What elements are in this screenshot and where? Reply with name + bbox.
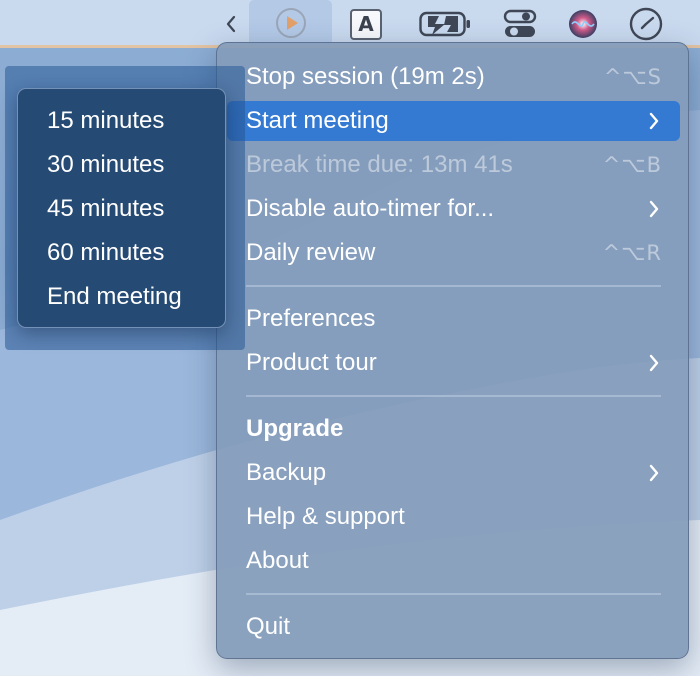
submenu-item-15-minutes[interactable]: 15 minutes bbox=[18, 101, 225, 141]
menu-item-label: Start meeting bbox=[246, 107, 389, 134]
menu-item-backup[interactable]: Backup bbox=[227, 453, 680, 493]
submenu-item-45-minutes[interactable]: 45 minutes bbox=[18, 189, 225, 229]
keyboard-shortcut: ^⌥R bbox=[602, 241, 662, 265]
clock-icon[interactable] bbox=[624, 0, 668, 48]
keyboard-shortcut: ^⌥B bbox=[602, 153, 662, 177]
menu-bar: A bbox=[0, 0, 700, 48]
menu-item-label: Break time due: 13m 41s bbox=[246, 151, 513, 178]
chevron-right-icon bbox=[649, 112, 659, 130]
menu-separator bbox=[246, 593, 661, 595]
battery-charging-icon[interactable] bbox=[417, 0, 473, 48]
menu-item-about[interactable]: About bbox=[227, 541, 680, 581]
menu-separator bbox=[246, 285, 661, 287]
menu-item-label: Help & support bbox=[246, 503, 405, 530]
menu-item-label: About bbox=[246, 547, 309, 574]
menu-item-stop-session[interactable]: Stop session (19m 2s) ^⌥S bbox=[227, 57, 680, 97]
submenu-item-label: 45 minutes bbox=[47, 195, 165, 222]
submenu-item-60-minutes[interactable]: 60 minutes bbox=[18, 233, 225, 273]
chevron-right-icon bbox=[649, 354, 659, 372]
chevron-right-icon bbox=[649, 200, 659, 218]
app-play-icon[interactable] bbox=[249, 0, 332, 46]
menu-item-disable-auto-timer[interactable]: Disable auto-timer for... bbox=[227, 189, 680, 229]
menu-item-label: Backup bbox=[246, 459, 327, 486]
keyboard-input-icon[interactable]: A bbox=[346, 0, 386, 48]
chevron-left-icon[interactable] bbox=[218, 0, 244, 48]
submenu-item-label: 60 minutes bbox=[47, 239, 165, 266]
menu-separator bbox=[246, 395, 661, 397]
start-meeting-submenu: 15 minutes 30 minutes 45 minutes 60 minu… bbox=[17, 88, 226, 328]
submenu-item-label: 15 minutes bbox=[47, 107, 165, 134]
chevron-right-icon bbox=[649, 464, 659, 482]
menu-item-quit[interactable]: Quit bbox=[227, 607, 680, 647]
menu-item-label: Disable auto-timer for... bbox=[246, 195, 495, 222]
dropdown-menu: Stop session (19m 2s) ^⌥S Start meeting … bbox=[216, 42, 689, 659]
menu-item-break-time: Break time due: 13m 41s ^⌥B bbox=[227, 145, 680, 185]
keyboard-letter: A bbox=[350, 8, 382, 40]
menu-item-label: Preferences bbox=[246, 305, 376, 332]
menu-item-daily-review[interactable]: Daily review ^⌥R bbox=[227, 233, 680, 273]
menu-item-label: Stop session (19m 2s) bbox=[246, 63, 485, 90]
submenu-item-end-meeting[interactable]: End meeting bbox=[18, 277, 225, 317]
menu-item-label: Quit bbox=[246, 613, 291, 640]
siri-icon[interactable] bbox=[562, 0, 604, 48]
menu-item-label: Product tour bbox=[246, 349, 377, 376]
submenu-item-30-minutes[interactable]: 30 minutes bbox=[18, 145, 225, 185]
menu-item-label: Daily review bbox=[246, 239, 376, 266]
menu-item-preferences[interactable]: Preferences bbox=[227, 299, 680, 339]
menu-item-start-meeting[interactable]: Start meeting bbox=[227, 101, 680, 141]
submenu-item-label: End meeting bbox=[47, 283, 182, 310]
control-center-icon[interactable] bbox=[498, 0, 542, 48]
menu-item-upgrade[interactable]: Upgrade bbox=[227, 409, 680, 449]
menu-item-product-tour[interactable]: Product tour bbox=[227, 343, 680, 383]
menu-item-help-support[interactable]: Help & support bbox=[227, 497, 680, 537]
keyboard-shortcut: ^⌥S bbox=[603, 65, 662, 89]
submenu-item-label: 30 minutes bbox=[47, 151, 165, 178]
menu-item-label: Upgrade bbox=[246, 415, 344, 442]
